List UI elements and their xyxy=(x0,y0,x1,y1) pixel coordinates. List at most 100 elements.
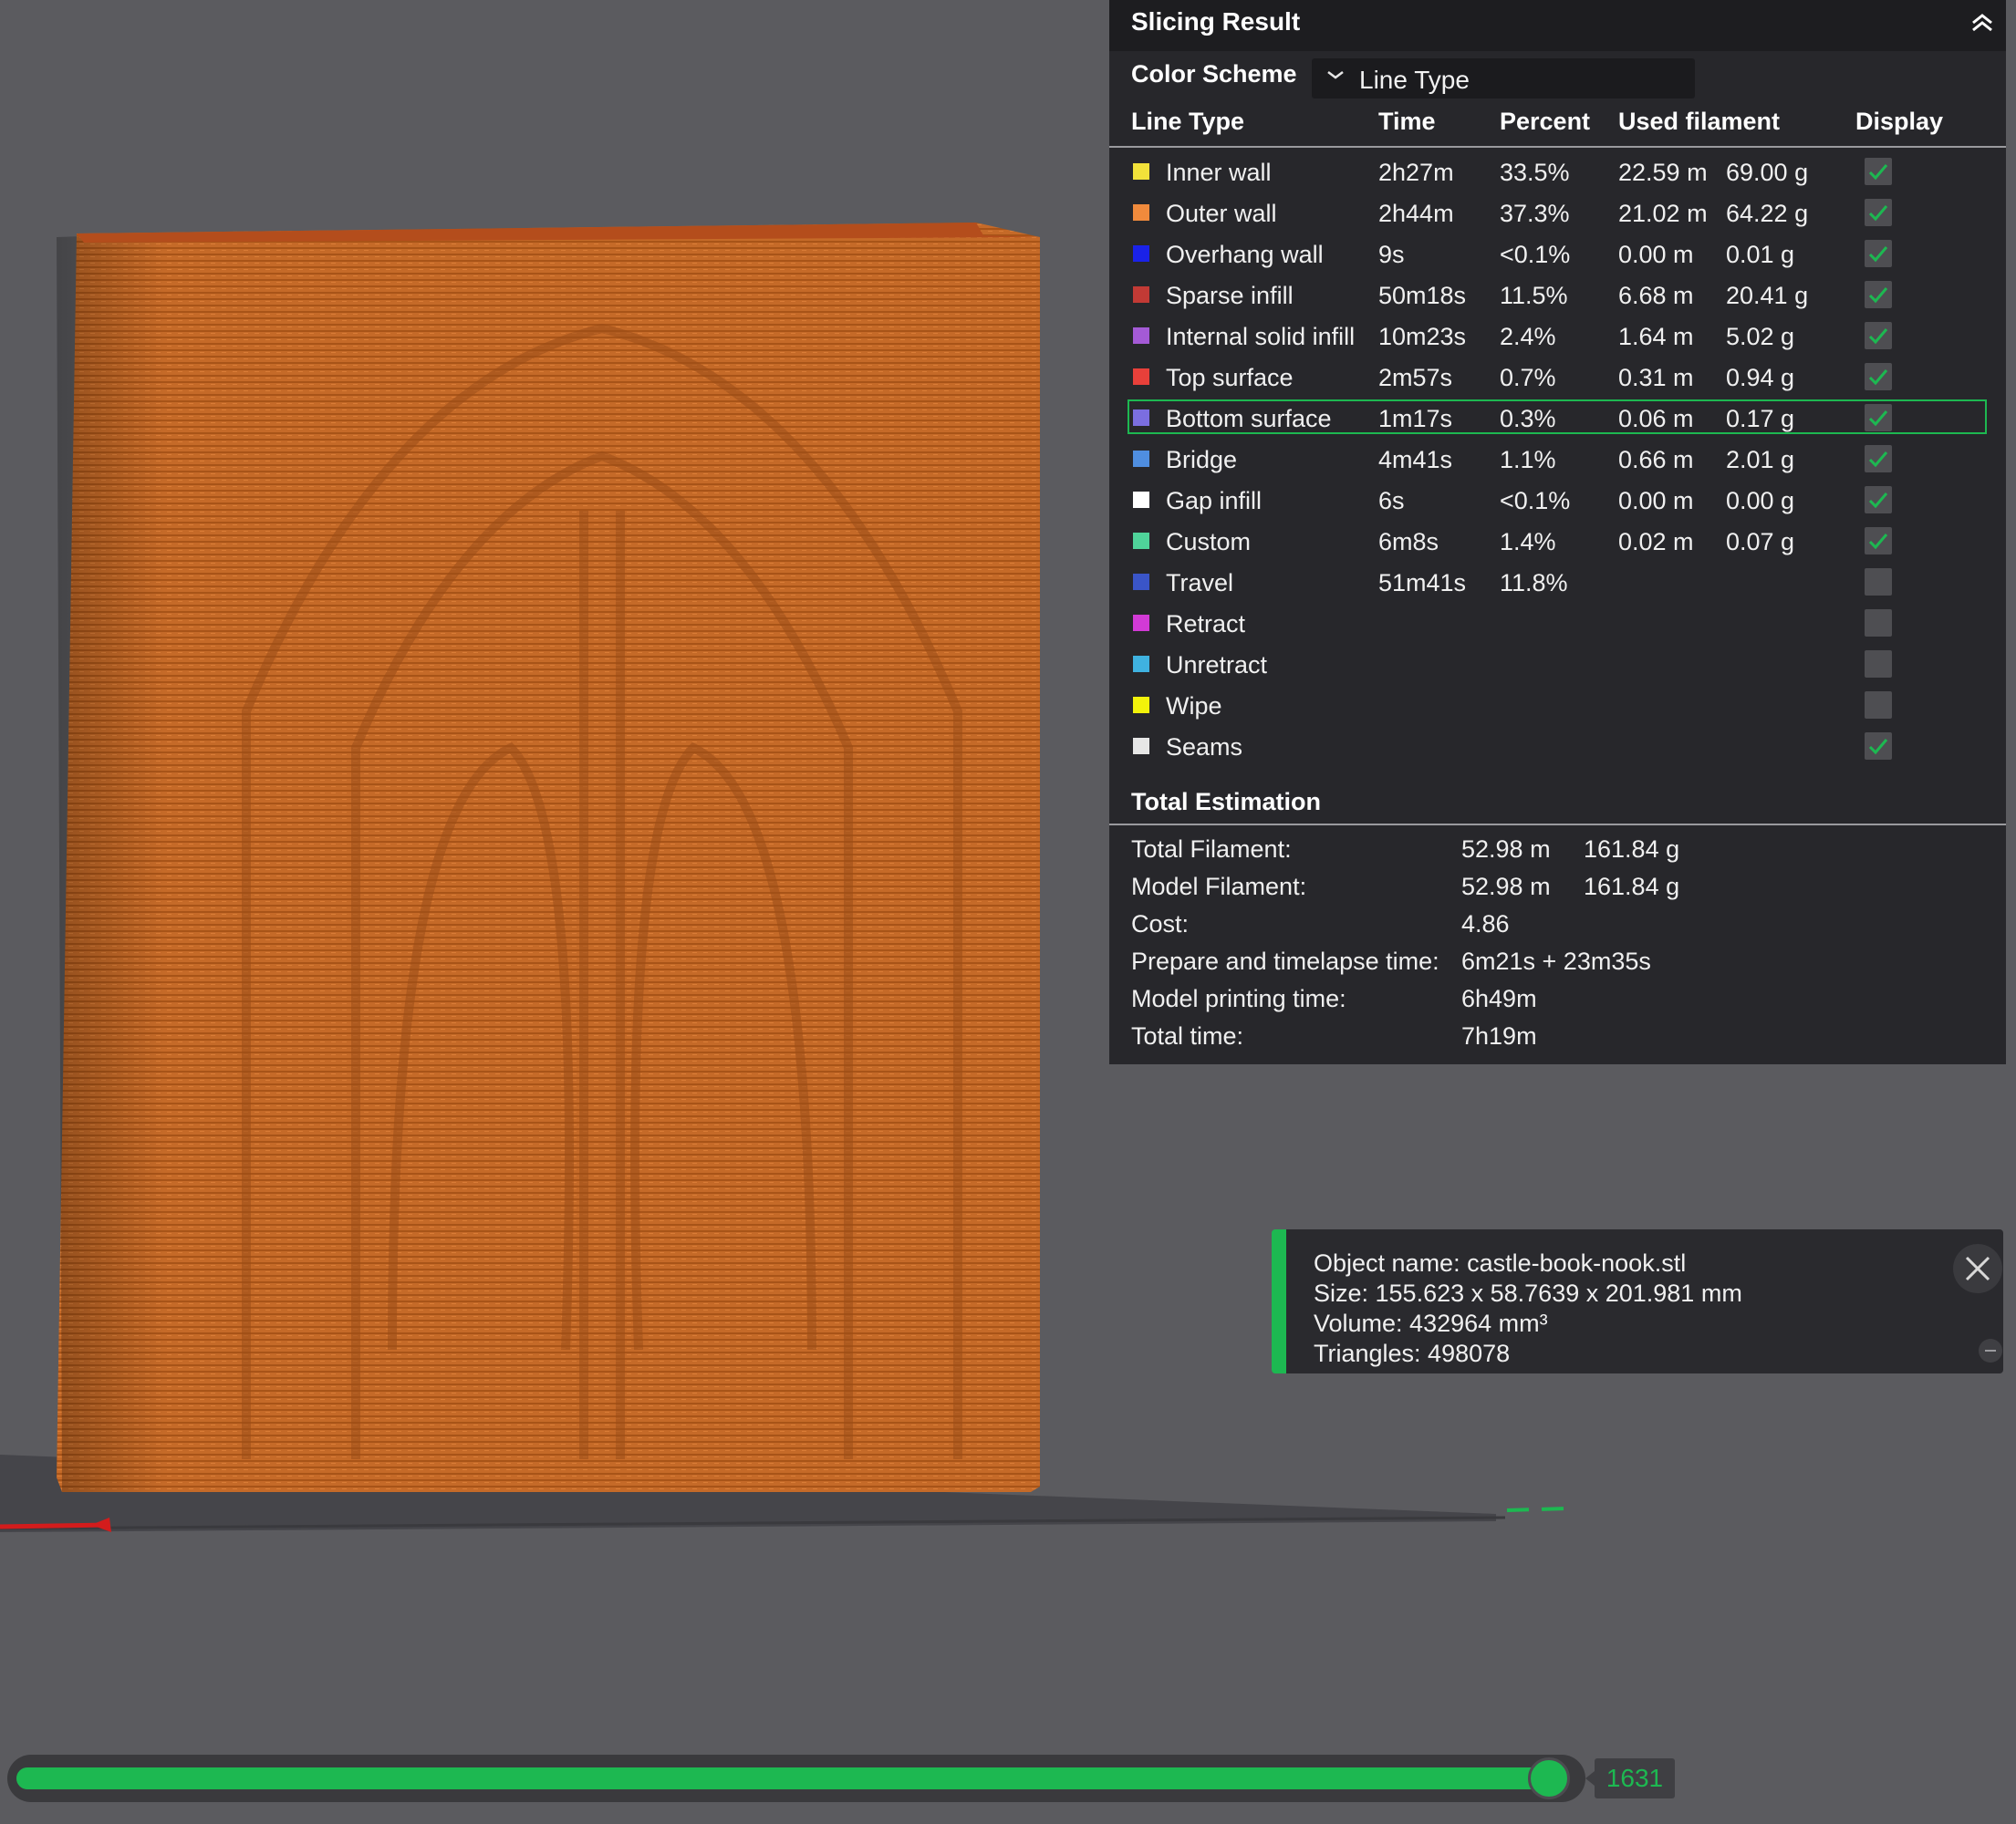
line-percent: 1.1% xyxy=(1500,446,1556,473)
minimize-icon[interactable] xyxy=(1979,1339,2002,1363)
color-swatch xyxy=(1133,163,1149,180)
layer-number-label: 1631 xyxy=(1585,1758,1675,1798)
line-time: 2h27m xyxy=(1378,159,1454,186)
line-weight: 20.41 g xyxy=(1726,282,1809,309)
line-type-row[interactable]: Inner wall 2h27m 33.5% 22.59 m 69.00 g xyxy=(1109,151,2006,192)
line-type-row[interactable]: Seams xyxy=(1109,726,2006,767)
line-weight: 0.07 g xyxy=(1726,528,1795,555)
line-type-label: Sparse infill xyxy=(1166,282,1294,309)
line-length: 0.02 m xyxy=(1618,528,1694,555)
line-type-label: Retract xyxy=(1166,610,1246,637)
object-volume: Volume: 432964 mm³ xyxy=(1314,1310,1548,1337)
line-length: 0.31 m xyxy=(1618,364,1694,391)
display-checkbox[interactable] xyxy=(1865,568,1892,596)
display-checkbox[interactable] xyxy=(1865,691,1892,719)
line-weight: 5.02 g xyxy=(1726,323,1795,350)
header-display: Display xyxy=(1855,108,1944,135)
line-type-label: Custom xyxy=(1166,528,1252,555)
layer-slider-fill xyxy=(16,1767,1549,1789)
layer-slider-handle[interactable] xyxy=(1528,1757,1570,1799)
line-type-row[interactable]: Custom 6m8s 1.4% 0.02 m 0.07 g xyxy=(1109,521,2006,562)
line-weight: 0.94 g xyxy=(1726,364,1795,391)
color-swatch xyxy=(1133,245,1149,262)
display-checkbox[interactable] xyxy=(1865,158,1892,185)
object-size: Size: 155.623 x 58.7639 x 201.981 mm xyxy=(1314,1280,1742,1307)
line-type-row[interactable]: Gap infill 6s <0.1% 0.00 m 0.00 g xyxy=(1109,480,2006,521)
color-scheme-dropdown[interactable]: Line Type xyxy=(1312,58,1695,98)
line-time: 2m57s xyxy=(1378,364,1453,391)
total-key: Prepare and timelapse time: xyxy=(1131,948,1439,975)
color-swatch xyxy=(1133,738,1149,754)
line-percent: 11.8% xyxy=(1500,569,1568,596)
color-swatch xyxy=(1133,697,1149,713)
line-weight: 0.01 g xyxy=(1726,241,1795,268)
line-type-row[interactable]: Sparse infill 50m18s 11.5% 6.68 m 20.41 g xyxy=(1109,275,2006,316)
display-checkbox[interactable] xyxy=(1865,732,1892,760)
line-type-label: Outer wall xyxy=(1166,200,1277,227)
total-value: 52.98 m xyxy=(1461,835,1551,863)
total-value: 6m21s + 23m35s xyxy=(1461,948,1651,975)
layer-slider-track[interactable] xyxy=(16,1757,1570,1799)
display-checkbox[interactable] xyxy=(1865,322,1892,349)
line-type-row[interactable]: Top surface 2m57s 0.7% 0.31 m 0.94 g xyxy=(1109,357,2006,398)
display-checkbox[interactable] xyxy=(1865,650,1892,678)
line-type-row[interactable]: Bridge 4m41s 1.1% 0.66 m 2.01 g xyxy=(1109,439,2006,480)
line-percent: 0.3% xyxy=(1500,405,1556,432)
display-checkbox[interactable] xyxy=(1865,199,1892,226)
line-type-row[interactable]: Travel 51m41s 11.8% xyxy=(1109,562,2006,603)
line-percent: 11.5% xyxy=(1500,282,1568,309)
total-row: Model printing time: 6h49m xyxy=(1109,979,2006,1017)
total-estimation-table: Total Filament: 52.98 m 161.84 g Model Fila… xyxy=(1109,830,2006,1054)
y-axis xyxy=(1506,1507,1570,1512)
total-value-secondary: 161.84 g xyxy=(1584,835,1680,863)
line-time: 6m8s xyxy=(1378,528,1439,555)
header-percent: Percent xyxy=(1500,108,1591,135)
color-swatch xyxy=(1133,574,1149,590)
line-time: 51m41s xyxy=(1378,569,1467,596)
line-type-row[interactable]: Outer wall 2h44m 37.3% 21.02 m 64.22 g xyxy=(1109,192,2006,233)
total-key: Model printing time: xyxy=(1131,985,1346,1012)
display-checkbox[interactable] xyxy=(1865,609,1892,637)
line-length: 0.66 m xyxy=(1618,446,1694,473)
line-time: 4m41s xyxy=(1378,446,1453,473)
display-checkbox[interactable] xyxy=(1865,445,1892,472)
line-type-label: Internal solid infill xyxy=(1166,323,1356,350)
line-length: 22.59 m xyxy=(1618,159,1708,186)
color-swatch xyxy=(1133,327,1149,344)
checkmark-icon xyxy=(1868,451,1888,468)
display-checkbox[interactable] xyxy=(1865,363,1892,390)
total-row: Total time: 7h19m xyxy=(1109,1017,2006,1054)
line-type-table: Inner wall 2h27m 33.5% 22.59 m 69.00 g Outer … xyxy=(1109,151,2006,767)
header-divider xyxy=(1109,146,2006,148)
color-scheme-label: Color Scheme xyxy=(1131,60,1297,88)
line-type-row[interactable]: Wipe xyxy=(1109,685,2006,726)
line-type-row[interactable]: Bottom surface 1m17s 0.3% 0.06 m 0.17 g xyxy=(1109,398,2006,439)
color-swatch xyxy=(1133,451,1149,467)
line-type-row[interactable]: Retract xyxy=(1109,603,2006,644)
display-checkbox[interactable] xyxy=(1865,527,1892,554)
color-swatch xyxy=(1133,409,1149,426)
color-swatch xyxy=(1133,204,1149,221)
display-checkbox[interactable] xyxy=(1865,240,1892,267)
double-chevron-up-icon[interactable] xyxy=(1966,9,1999,42)
line-type-row[interactable]: Overhang wall 9s <0.1% 0.00 m 0.01 g xyxy=(1109,233,2006,275)
display-checkbox[interactable] xyxy=(1865,486,1892,513)
total-row: Total Filament: 52.98 m 161.84 g xyxy=(1109,830,2006,867)
line-weight: 2.01 g xyxy=(1726,446,1795,473)
line-type-row[interactable]: Internal solid infill 10m23s 2.4% 1.64 m 5.0… xyxy=(1109,316,2006,357)
checkmark-icon xyxy=(1868,369,1888,386)
total-divider xyxy=(1109,824,2006,825)
checkmark-icon xyxy=(1868,328,1888,345)
display-checkbox[interactable] xyxy=(1865,281,1892,308)
line-type-label: Bridge xyxy=(1166,446,1238,473)
line-type-label: Top surface xyxy=(1166,364,1294,391)
total-key: Total time: xyxy=(1131,1022,1244,1050)
line-percent: 1.4% xyxy=(1500,528,1556,555)
display-checkbox[interactable] xyxy=(1865,404,1892,431)
line-time: 2h44m xyxy=(1378,200,1454,227)
color-swatch xyxy=(1133,615,1149,631)
line-type-row[interactable]: Unretract xyxy=(1109,644,2006,685)
layer-slider[interactable] xyxy=(7,1755,1585,1802)
color-swatch xyxy=(1133,492,1149,508)
close-icon[interactable] xyxy=(1953,1244,2002,1293)
